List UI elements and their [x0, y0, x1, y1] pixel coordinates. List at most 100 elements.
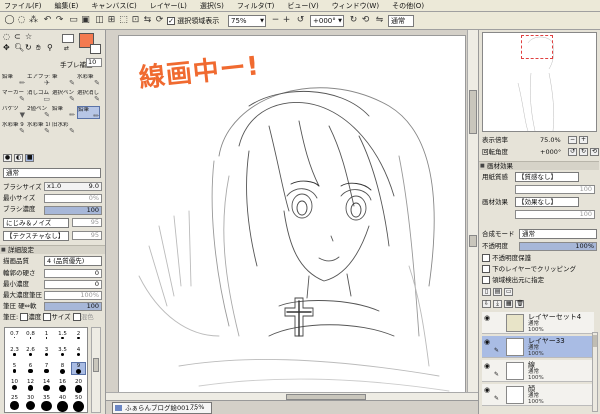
zoom-out-icon[interactable]: −: [270, 15, 281, 26]
min-size-slider[interactable]: 0%: [44, 194, 102, 203]
paper-effect-slider[interactable]: 100: [515, 210, 595, 219]
lock-icon[interactable]: ✎: [494, 395, 499, 402]
brush-size-slider[interactable]: x1.0 9.0: [44, 182, 102, 191]
rotation-select[interactable]: +000° ▼: [310, 15, 344, 27]
brush-size-preset[interactable]: 5: [8, 363, 21, 373]
brush-size-preset[interactable]: 8: [56, 363, 69, 374]
texture2-slider[interactable]: 95: [72, 231, 102, 240]
eye-icon[interactable]: ◉: [484, 362, 493, 370]
merge-down-icon[interactable]: ⤓: [493, 300, 503, 308]
move-icon[interactable]: ✥: [3, 43, 10, 52]
tool-slot[interactable]: 鉛筆 ✏: [77, 106, 100, 119]
transfer-down-icon[interactable]: ⇩: [482, 300, 491, 308]
menu-file[interactable]: ファイル(F): [4, 1, 42, 11]
layer-row[interactable]: ◉ ✎ レイヤー33 通常 100%: [482, 336, 594, 358]
brush-size-preset[interactable]: 40: [56, 395, 69, 412]
menu-select[interactable]: 選択(S): [200, 1, 224, 11]
nav-zoom-in-icon[interactable]: +: [579, 136, 588, 144]
menu-filter[interactable]: フィルタ(T): [237, 1, 275, 11]
tool-slot[interactable]: 水彩筆 9 ✎: [2, 122, 25, 135]
menu-edit[interactable]: 編集(E): [55, 1, 79, 11]
texture2-select[interactable]: 【テクスチャなし】: [3, 231, 69, 241]
wand-select-icon[interactable]: ☆: [25, 32, 32, 41]
show-selection-toggle[interactable]: ✓ 選択領域表示: [167, 16, 219, 26]
brush-size-preset[interactable]: 20: [72, 379, 85, 393]
brush-size-preset[interactable]: 0.8: [24, 331, 37, 339]
drawing-canvas[interactable]: 線画中ー!: [118, 35, 466, 397]
navigator-preview[interactable]: [482, 32, 597, 132]
ellipse-select-icon[interactable]: ◯: [4, 15, 15, 26]
zoom-icon[interactable]: 🔍︎: [14, 43, 24, 52]
brush-size-preset[interactable]: 35: [40, 395, 53, 412]
tool-slot[interactable]: 選択消し ✎: [77, 90, 100, 103]
tool-slot[interactable]: 水彩筆 ✎: [77, 74, 100, 87]
blend-select[interactable]: 通常: [388, 15, 414, 27]
eyedropper-icon[interactable]: ⚲: [47, 43, 53, 52]
menu-window[interactable]: ウィンドウ(W): [332, 1, 379, 11]
brush-size-preset[interactable]: 2: [72, 331, 85, 340]
selection-source-checkbox[interactable]: [482, 276, 490, 284]
layer-row[interactable]: ◉ ✎ 顔通常 100%: [482, 384, 594, 406]
mode-soft-icon[interactable]: ◐: [14, 154, 24, 162]
pressure-hardsoft-slider[interactable]: 100: [44, 302, 102, 311]
flip-icon[interactable]: ⇆: [142, 15, 153, 26]
layer-row[interactable]: ◉ ✎ 線通常 100%: [482, 360, 594, 382]
brush-size-preset[interactable]: 3.5: [56, 347, 69, 357]
hand-icon[interactable]: ✋︎: [36, 43, 41, 53]
layer-blend-select[interactable]: 通常: [519, 229, 597, 239]
brush-palette-scrollbar[interactable]: [91, 327, 101, 413]
brush-density-slider[interactable]: 100: [44, 206, 102, 215]
brush-size-preset[interactable]: 16: [56, 379, 69, 392]
min-density-slider[interactable]: 0: [44, 280, 102, 289]
layer-folder-row[interactable]: ◉ レイヤーセット4 通常 100%: [482, 312, 594, 334]
protect-opacity-row[interactable]: 不透明度保護: [482, 254, 598, 263]
detail-settings-header[interactable]: 詳細設定: [0, 245, 105, 254]
brush-size-preset[interactable]: 2.6: [24, 347, 37, 356]
brush-size-preset[interactable]: 25: [8, 395, 21, 410]
transparent-color-swatch[interactable]: [62, 34, 74, 43]
canvas-horizontal-scrollbar[interactable]: [106, 392, 478, 400]
rotate-left-icon[interactable]: ↺: [295, 15, 306, 26]
clipping-checkbox[interactable]: [482, 265, 490, 273]
lasso-select-icon[interactable]: ⊂: [14, 32, 21, 41]
pressure-mix-checkbox[interactable]: [72, 313, 81, 321]
brush-size-preset[interactable]: 10: [8, 379, 21, 391]
zoom-in-icon[interactable]: +: [281, 15, 292, 26]
mode-round-icon[interactable]: ●: [3, 154, 12, 162]
texture1-slider[interactable]: 95: [72, 218, 102, 227]
protect-opacity-checkbox[interactable]: [482, 254, 490, 262]
texture1-select[interactable]: にじみ＆ノイズ: [3, 218, 69, 228]
paper-effect-select[interactable]: 【効果なし】: [515, 197, 579, 207]
invert-selection-icon[interactable]: ▣: [80, 15, 91, 26]
clipping-row[interactable]: 下のレイヤーでクリッピング: [482, 265, 598, 274]
max-pressure-slider[interactable]: 100%: [44, 291, 102, 300]
menu-other[interactable]: その他(O): [392, 1, 424, 11]
canvas-vertical-scrollbar[interactable]: [467, 30, 478, 400]
nav-zoom-out-icon[interactable]: −: [568, 136, 577, 144]
menu-canvas[interactable]: キャンバス(C): [91, 1, 136, 11]
lock-icon[interactable]: ✎: [494, 371, 499, 378]
stabilizer-select[interactable]: 10: [86, 58, 102, 67]
selection-source-row[interactable]: 領域検出元に指定: [482, 276, 598, 285]
reset-rotation-icon[interactable]: ⟲: [360, 15, 371, 26]
show-selection-toggle-icon[interactable]: ◫: [94, 15, 105, 26]
tool-slot[interactable]: 消しゴム ▭: [27, 90, 50, 103]
zoom-select[interactable]: 75% ▼: [228, 15, 266, 27]
redo-icon[interactable]: ↷: [54, 15, 65, 26]
layer-opacity-slider[interactable]: 100%: [519, 242, 597, 251]
crop-icon[interactable]: ⊡: [130, 15, 141, 26]
show-selection-checkbox[interactable]: ✓: [167, 17, 175, 25]
brush-size-preset[interactable]: 50: [72, 395, 85, 412]
new-folder-icon[interactable]: ▭: [504, 288, 514, 296]
tool-slot[interactable]: 選択ペン ✎: [52, 90, 75, 103]
tool-slot[interactable]: 鉛筆 ✏: [2, 74, 25, 87]
brush-size-preset[interactable]: 14: [40, 379, 53, 392]
menu-layer[interactable]: レイヤー(L): [150, 1, 187, 11]
tool-slot[interactable]: マーカー ✎: [2, 90, 25, 103]
eye-icon[interactable]: ◉: [484, 386, 493, 394]
mode-square-icon[interactable]: ■: [25, 154, 35, 162]
delete-layer-icon[interactable]: 🗑︎: [515, 300, 525, 308]
brush-size-preset[interactable]: 4: [72, 347, 85, 357]
paper-effect-header[interactable]: 画材効果: [479, 161, 599, 170]
clear-layer-icon[interactable]: ▦: [504, 300, 514, 308]
